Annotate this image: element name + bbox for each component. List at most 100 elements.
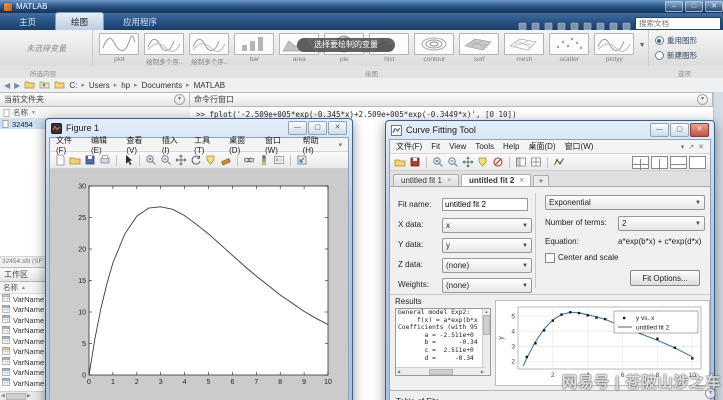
zoom-in-icon[interactable] (432, 156, 444, 168)
zoom-in-icon[interactable] (145, 154, 157, 166)
figure-window[interactable]: Figure 1 — ▢ ✕ 文件(F)编辑(E)查看(V)插入(I)工具(T)… (45, 118, 353, 400)
menu-Fit[interactable]: Fit (431, 142, 440, 151)
scroll-indicator-icon[interactable]: ▾ (705, 388, 716, 399)
menu----F-[interactable]: 文件(F) (396, 141, 422, 152)
ribbon-tab-应用程序[interactable]: 应用程序 (108, 13, 172, 30)
cft-titlebar[interactable]: Curve Fitting Tool — ▢ ✕ (389, 121, 711, 139)
menu----D-[interactable]: 桌面(D) (229, 135, 256, 155)
new-fit-tab-button[interactable]: + (533, 175, 548, 186)
zoom-out-icon[interactable] (160, 154, 172, 166)
center-scale-checkbox[interactable] (545, 253, 555, 263)
cursor-icon[interactable] (122, 154, 134, 166)
fit-name-input[interactable] (442, 198, 528, 211)
gallery-item-contour[interactable]: contour (414, 33, 454, 63)
gallery-item-plotyy[interactable]: plotyy (594, 33, 634, 63)
option-radio-重用图形[interactable]: 重用图形 (655, 35, 723, 46)
fit-options-button[interactable]: Fit Options... (630, 270, 700, 286)
panel-menu-icon[interactable]: ▼ (174, 94, 185, 105)
pan-icon[interactable] (462, 156, 474, 168)
gallery-item--------[interactable]: 绘制多个序.. (189, 33, 229, 66)
cft-minimize-button[interactable]: — (650, 123, 669, 137)
brush-icon[interactable] (220, 154, 232, 166)
new-doc-icon[interactable] (54, 154, 66, 166)
breadcrumb[interactable]: C:▸Users▸hp▸Documents▸MATLAB (69, 81, 225, 90)
menu-View[interactable]: View (449, 142, 466, 151)
z-data-select[interactable]: (none)▼ (442, 258, 532, 273)
gallery-item-plot[interactable]: plot (99, 33, 139, 63)
layout-single-icon[interactable] (689, 156, 706, 169)
auto-fit-icon[interactable] (553, 156, 565, 168)
forward-icon[interactable]: ▶ (14, 81, 20, 90)
gallery-item-mesh[interactable]: mesh (504, 33, 544, 63)
close-button[interactable]: ✕ (705, 1, 723, 12)
weights-select[interactable]: (none)▼ (442, 278, 532, 293)
open-icon[interactable] (531, 18, 540, 27)
layout-hsplit-icon[interactable] (670, 156, 687, 169)
menu-Tools[interactable]: Tools (475, 142, 494, 151)
open-folder-icon[interactable] (394, 156, 406, 168)
layout-grid-icon[interactable] (632, 156, 649, 169)
maximize-button[interactable]: □ (685, 1, 703, 12)
menu----E-[interactable]: 编辑(E) (91, 135, 117, 155)
switch-window-icon[interactable] (609, 18, 618, 27)
figure-maximize-button[interactable]: ▢ (308, 121, 327, 135)
minimize-button[interactable]: – (665, 1, 683, 12)
new-script-icon[interactable] (518, 18, 527, 27)
figure-minimize-button[interactable]: — (288, 121, 307, 135)
panel-left-icon[interactable] (515, 156, 527, 168)
paste-icon[interactable] (570, 18, 579, 27)
gallery-expand-icon[interactable]: ▼ (636, 30, 648, 66)
menu----T-[interactable]: 工具(T) (194, 135, 220, 155)
gallery-item-bar[interactable]: bar (234, 33, 274, 63)
x-data-select[interactable]: x▼ (442, 218, 532, 233)
link-icon[interactable] (243, 154, 255, 166)
cut-icon[interactable] (544, 18, 553, 27)
gallery-item-surf[interactable]: surf (459, 33, 499, 63)
menu----F-[interactable]: 文件(F) (56, 135, 82, 155)
menu----D-[interactable]: 桌面(D) (528, 141, 555, 152)
search-input[interactable] (635, 17, 721, 30)
option-radio-新建图形[interactable]: 新建图形 (655, 50, 723, 61)
dock-icon[interactable] (296, 154, 308, 166)
figure-close-button[interactable]: ✕ (328, 121, 347, 135)
menu----W-[interactable]: 窗口(W) (265, 135, 294, 155)
data-cursor-icon[interactable] (205, 154, 217, 166)
breadcrumb-segment[interactable]: Documents (142, 81, 182, 90)
undock-icon[interactable]: ↗ (688, 143, 694, 151)
up-folder-icon[interactable] (39, 80, 50, 91)
figure-axes[interactable]: 012345678910051015202530 (50, 169, 342, 400)
menu-Help[interactable]: Help (503, 142, 519, 151)
workspace-scrollbar[interactable]: ◀▶ (0, 391, 46, 400)
data-cursor-icon[interactable] (477, 156, 489, 168)
pan-icon[interactable] (175, 154, 187, 166)
layout-vsplit-icon[interactable] (651, 156, 668, 169)
print-icon[interactable] (99, 154, 111, 166)
fit-tab-untitled-fit-1[interactable]: untitled fit 1✕ (393, 174, 459, 186)
menu----W-[interactable]: 窗口(W) (565, 141, 594, 152)
breadcrumb-segment[interactable]: MATLAB (194, 81, 225, 90)
save-fit-icon[interactable] (409, 156, 421, 168)
ribbon-tab-绘图[interactable]: 绘图 (55, 12, 104, 30)
colorbar-icon[interactable] (258, 154, 270, 166)
panel-grid-icon[interactable] (530, 156, 542, 168)
gallery-item--------[interactable]: 绘制多个序.. (144, 33, 184, 66)
results-box[interactable]: General model Exp2: f(x) = a*exp(b*xCoef… (395, 308, 491, 376)
cft-close-button[interactable]: ✕ (690, 123, 709, 137)
results-hscrollbar[interactable]: ◀▶ (396, 367, 485, 375)
legend-icon[interactable] (273, 154, 285, 166)
tab-close-icon[interactable]: ✕ (519, 177, 524, 184)
breadcrumb-segment[interactable]: C: (69, 81, 77, 90)
open-folder-icon[interactable] (69, 154, 81, 166)
menu-overflow-icon[interactable]: ▾ (681, 143, 685, 151)
copy-icon[interactable] (557, 18, 566, 27)
cmd-panel-menu-icon[interactable]: ▼ (697, 94, 708, 105)
cft-maximize-button[interactable]: ▢ (670, 123, 689, 137)
zoom-out-icon[interactable] (447, 156, 459, 168)
menu-overflow-icon[interactable]: ▾ (338, 141, 342, 149)
rotate-icon[interactable] (190, 154, 202, 166)
y-data-select[interactable]: y▼ (442, 238, 532, 253)
breadcrumb-segment[interactable]: hp (121, 81, 130, 90)
browse-folder-icon[interactable] (24, 80, 35, 91)
exclude-icon[interactable] (492, 156, 504, 168)
menu----V-[interactable]: 查看(V) (126, 135, 152, 155)
